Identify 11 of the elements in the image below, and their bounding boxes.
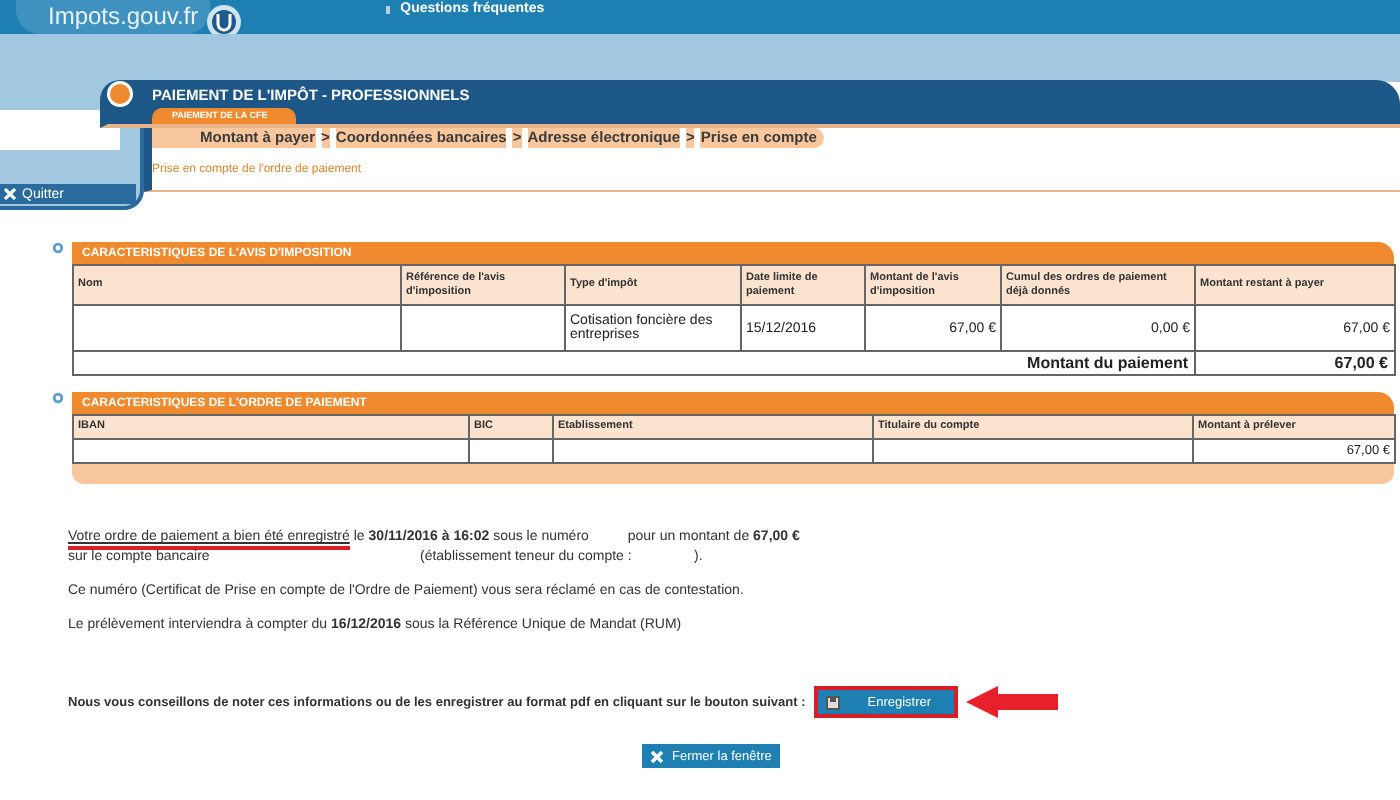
- close-icon: [650, 749, 664, 763]
- document-icon: [825, 695, 840, 709]
- total-value: 67,00 €: [1195, 351, 1395, 375]
- sidebar-field[interactable]: [0, 110, 120, 150]
- collapse-icon[interactable]: [52, 392, 64, 404]
- collapse-icon[interactable]: [52, 242, 64, 254]
- arrow-drawing: [965, 686, 1058, 718]
- circle-icon: [106, 80, 134, 108]
- total-label: Montant du paiement: [73, 351, 1195, 375]
- site-logo[interactable]: Impots.gouv.fr: [16, 0, 211, 34]
- close-icon: [4, 188, 16, 200]
